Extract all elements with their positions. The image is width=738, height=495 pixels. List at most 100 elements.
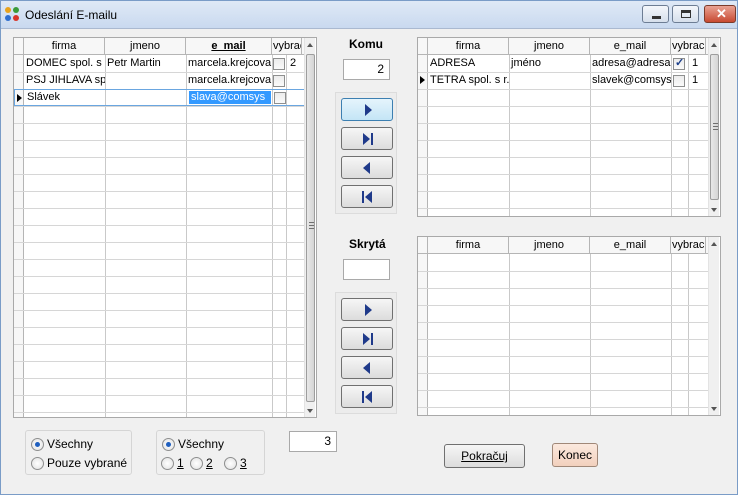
title-bar[interactable]: Odeslání E-mailu ✕ [1,1,737,29]
grid-row-line [14,344,304,345]
column-header-email[interactable]: e_mail [590,237,671,254]
table-row[interactable]: PSJ JIHLAVA sp marcela.krejcova [14,72,306,89]
cell-email[interactable]: slavek@comsys [590,72,671,89]
cell-email[interactable]: marcela.krejcova [186,72,272,89]
level-2-radio[interactable] [190,457,203,470]
grid-row-line [14,208,304,209]
move-all-left-button[interactable] [341,385,393,408]
grid-header: firma jmeno e_mail vybrac [14,38,306,55]
column-header-email[interactable]: e_mail [186,38,272,55]
skryta-grid-scrollbar[interactable] [708,237,719,415]
source-recipients-grid[interactable]: firma jmeno e_mail vybrac DOMEC spol. s … [13,37,317,418]
filter-selected-radio[interactable] [31,457,44,470]
column-header-jmeno[interactable]: jmeno [509,38,590,55]
move-all-right-button[interactable] [341,327,393,350]
grid-row-line [418,157,708,158]
level-2-label[interactable]: 2 [206,456,213,470]
selected-checkbox[interactable] [673,75,685,87]
grid-row-line [418,123,708,124]
cell-jmeno[interactable] [106,89,187,106]
table-row-current[interactable]: Slávek slava@comsys [14,89,306,106]
move-left-button[interactable] [341,156,393,179]
continue-button[interactable]: Pokračuj [444,444,525,468]
scroll-up-icon[interactable] [307,43,313,47]
skryta-count-field[interactable] [343,259,390,280]
komu-grid-scrollbar[interactable] [708,38,719,216]
move-right-button[interactable] [341,298,393,321]
filter-selected-label[interactable]: Pouze vybrané [47,456,127,470]
column-header-vybran[interactable]: vybrac [671,237,706,254]
column-header-vybran[interactable]: vybrac [671,38,706,55]
level-all-radio[interactable] [162,438,175,451]
selected-checkbox[interactable] [274,92,286,104]
scroll-down-icon[interactable] [307,409,313,413]
scroll-thumb[interactable] [710,54,719,200]
komu-recipients-grid[interactable]: firma jmeno e_mail vybrac ADRESA jméno a… [417,37,721,217]
maximize-button[interactable] [672,5,699,23]
cell-jmeno[interactable] [105,72,186,89]
table-row-current[interactable]: TETRA spol. s r. slavek@comsys 1 [418,72,710,89]
scroll-down-icon[interactable] [711,407,717,411]
column-header-jmeno[interactable]: jmeno [105,38,186,55]
maximize-icon [681,10,691,18]
scroll-down-icon[interactable] [711,208,717,212]
column-header-firma[interactable]: firma [24,38,105,55]
table-row[interactable]: DOMEC spol. s r. Petr Martin marcela.kre… [14,55,306,72]
cell-jmeno[interactable]: Petr Martin [105,55,186,72]
grid-row-line [14,225,304,226]
move-all-left-button[interactable] [341,185,393,208]
cell-firma[interactable]: Slávek [25,89,106,106]
column-header-vybran[interactable]: vybrac [272,38,302,55]
komu-count-field[interactable]: 2 [343,59,390,80]
end-button-label: Konec [557,448,593,462]
arrow-right-icon [365,104,372,116]
cell-firma[interactable]: TETRA spol. s r. [428,72,509,89]
selected-checkbox[interactable] [273,58,285,70]
close-icon: ✕ [716,6,727,21]
filter-all-radio[interactable] [31,438,44,451]
level-1-label[interactable]: 1 [177,456,184,470]
level-1-radio[interactable] [161,457,174,470]
move-left-button[interactable] [341,356,393,379]
cell-jmeno[interactable]: jméno [509,55,590,72]
komu-label: Komu [349,37,383,51]
cell-firma[interactable]: DOMEC spol. s r. [24,55,105,72]
selected-checkbox-checked[interactable] [673,56,685,70]
cell-firma[interactable]: PSJ JIHLAVA sp [24,72,105,89]
arrow-left-icon [363,162,370,174]
close-button[interactable]: ✕ [704,5,736,23]
level-3-radio[interactable] [224,457,237,470]
column-header-email[interactable]: e_mail [590,38,671,55]
level-all-label[interactable]: Všechny [178,437,224,451]
level-3-label[interactable]: 3 [240,456,247,470]
source-grid-scrollbar[interactable] [304,38,315,417]
arrow-right-icon [365,304,372,316]
total-count-field[interactable]: 3 [289,431,337,452]
grid-row-line [14,293,304,294]
cell-jmeno[interactable] [509,72,590,89]
filter-all-label[interactable]: Všechny [47,437,93,451]
scroll-up-icon[interactable] [711,242,717,246]
grid-header: firma jmeno e_mail vybrac [418,237,710,254]
grid-row-line [14,259,304,260]
scroll-thumb[interactable] [306,54,315,402]
minimize-button[interactable] [642,5,669,23]
arrow-right-end-icon [363,333,370,345]
grid-row-line [418,174,708,175]
grid-row-line [14,327,304,328]
end-button[interactable]: Konec [552,443,598,467]
move-all-right-button[interactable] [341,127,393,150]
grid-row-line [14,361,304,362]
selected-checkbox[interactable] [273,75,285,87]
cell-email-editing[interactable]: slava@comsys [189,91,271,104]
cell-firma[interactable]: ADRESA [428,55,509,72]
column-header-firma[interactable]: firma [428,237,509,254]
cell-email[interactable]: adresa@adresa [590,55,671,72]
column-header-jmeno[interactable]: jmeno [509,237,590,254]
skryta-recipients-grid[interactable]: firma jmeno e_mail vybrac [417,236,721,416]
move-right-button[interactable] [341,98,393,121]
column-header-firma[interactable]: firma [428,38,509,55]
scroll-up-icon[interactable] [711,43,717,47]
cell-email[interactable]: marcela.krejcova [186,55,272,72]
table-row[interactable]: ADRESA jméno adresa@adresa 1 [418,55,710,72]
